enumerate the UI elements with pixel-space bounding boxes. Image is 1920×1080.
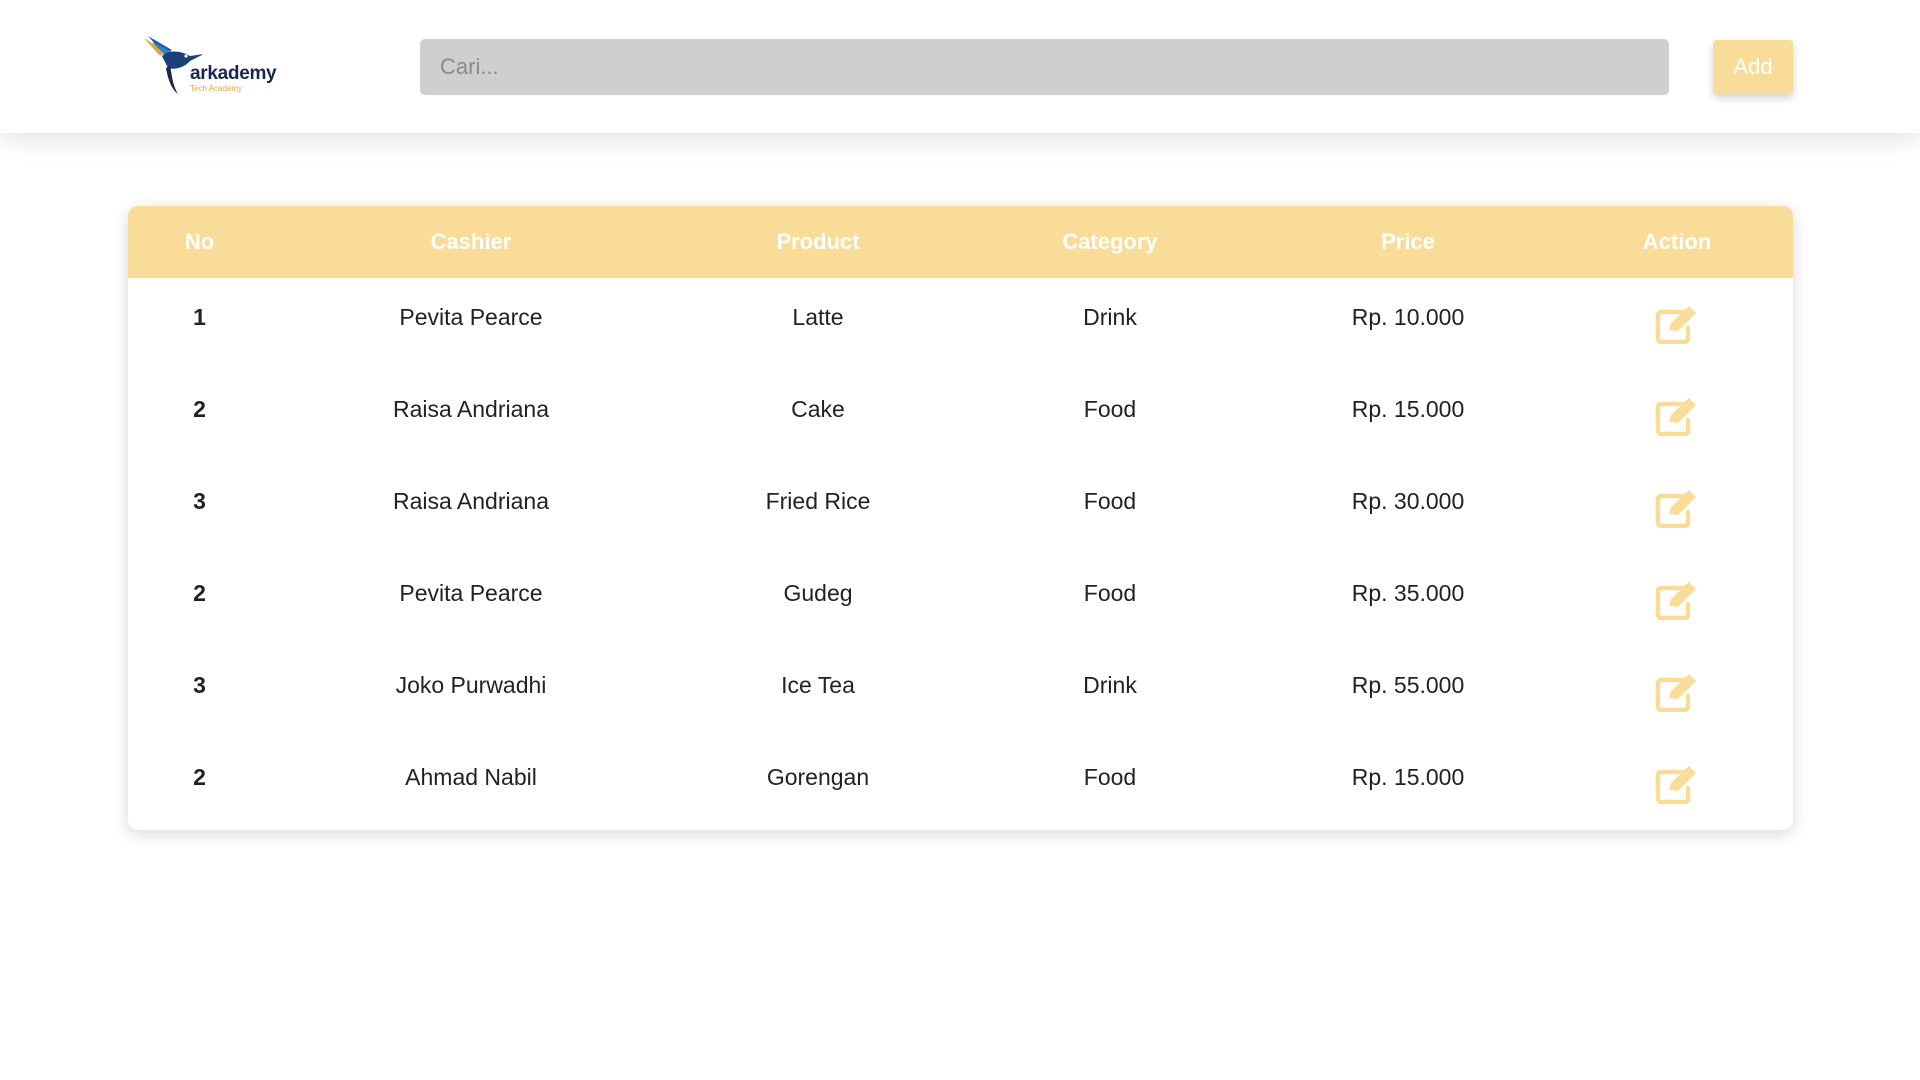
cell-no: 2 — [193, 396, 206, 422]
cell-price: Rp. 30.000 — [1351, 488, 1465, 514]
cell-category: Drink — [1083, 304, 1137, 330]
cell-cashier: Pevita Pearce — [399, 580, 543, 606]
table-body: 1 Pevita Pearce Latte Drink Rp. 10.000 2… — [128, 278, 1793, 830]
cell-price: Rp. 15.000 — [1351, 764, 1465, 790]
cell-product: Gudeg — [783, 580, 853, 606]
brand-tagline: Tech Academy — [190, 84, 243, 93]
cell-category: Food — [1083, 764, 1137, 790]
transactions-table-card: No Cashier Product Category Price Action… — [128, 206, 1793, 830]
table-header: No Cashier Product Category Price Action — [128, 206, 1793, 278]
edit-icon[interactable] — [1655, 396, 1699, 436]
cell-no: 3 — [193, 672, 206, 698]
cell-product: Ice Tea — [781, 672, 855, 698]
cell-product: Gorengan — [766, 764, 870, 790]
table-row: 1 Pevita Pearce Latte Drink Rp. 10.000 — [128, 278, 1793, 370]
add-button[interactable]: Add — [1713, 40, 1793, 94]
search-input[interactable] — [420, 39, 1669, 95]
cell-cashier: Ahmad Nabil — [405, 764, 537, 790]
cell-category: Drink — [1083, 672, 1137, 698]
cell-no: 2 — [193, 764, 206, 790]
cell-category: Food — [1083, 396, 1137, 422]
column-header-no: No — [184, 229, 215, 254]
table-header-row: No Cashier Product Category Price Action — [128, 206, 1793, 278]
cell-action — [1561, 646, 1793, 738]
cell-action — [1561, 370, 1793, 462]
edit-icon[interactable] — [1655, 304, 1699, 344]
cell-no: 1 — [193, 304, 206, 330]
cell-action — [1561, 554, 1793, 646]
cell-no: 2 — [193, 580, 206, 606]
column-header-product: Product — [776, 229, 860, 254]
brand-logo[interactable]: arkademy Tech Academy — [142, 34, 282, 98]
cell-cashier: Raisa Andriana — [393, 396, 549, 422]
top-header: arkademy Tech Academy Add — [0, 0, 1920, 133]
cell-cashier: Pevita Pearce — [399, 304, 543, 330]
cell-price: Rp. 10.000 — [1351, 304, 1465, 330]
cell-price: Rp. 35.000 — [1351, 580, 1465, 606]
cell-price: Rp. 55.000 — [1351, 672, 1465, 698]
cell-cashier: Joko Purwadhi — [395, 672, 547, 698]
cell-product: Latte — [792, 304, 844, 330]
edit-icon[interactable] — [1655, 672, 1699, 712]
cell-no: 3 — [193, 488, 206, 514]
cell-product: Cake — [791, 396, 845, 422]
column-header-action: Action — [1642, 229, 1712, 254]
table-row: 3 Joko Purwadhi Ice Tea Drink Rp. 55.000 — [128, 646, 1793, 738]
cell-action — [1561, 462, 1793, 554]
edit-icon[interactable] — [1655, 488, 1699, 528]
column-header-price: Price — [1381, 229, 1435, 254]
cell-category: Food — [1083, 580, 1137, 606]
table-row: 2 Raisa Andriana Cake Food Rp. 15.000 — [128, 370, 1793, 462]
edit-icon[interactable] — [1655, 764, 1699, 804]
table-row: 2 Pevita Pearce Gudeg Food Rp. 35.000 — [128, 554, 1793, 646]
edit-icon[interactable] — [1655, 580, 1699, 620]
cell-action — [1561, 278, 1793, 370]
cell-product: Fried Rice — [765, 488, 871, 514]
brand-name: arkademy — [190, 63, 277, 84]
table-row: 3 Raisa Andriana Fried Rice Food Rp. 30.… — [128, 462, 1793, 554]
table-row: 2 Ahmad Nabil Gorengan Food Rp. 15.000 — [128, 738, 1793, 830]
cell-price: Rp. 15.000 — [1351, 396, 1465, 422]
column-header-category: Category — [1062, 229, 1158, 254]
cell-action — [1561, 738, 1793, 830]
cell-category: Food — [1083, 488, 1137, 514]
cell-cashier: Raisa Andriana — [393, 488, 549, 514]
transactions-table: No Cashier Product Category Price Action… — [128, 206, 1793, 830]
column-header-cashier: Cashier — [430, 229, 512, 254]
